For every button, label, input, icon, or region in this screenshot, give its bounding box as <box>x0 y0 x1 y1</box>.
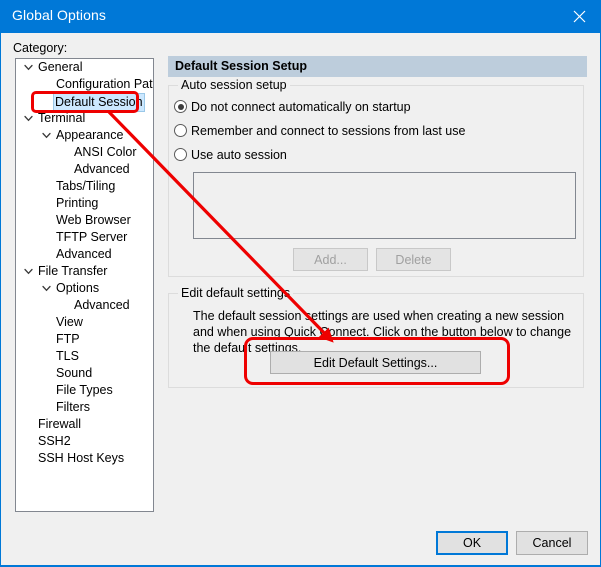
tree-item-label: Sound <box>56 366 93 380</box>
tree-item-label: File Types <box>56 383 113 397</box>
radio-label: Remember and connect to sessions from la… <box>191 123 466 138</box>
tree-item-ftp[interactable]: FTP <box>16 331 153 348</box>
radio-dot-icon <box>174 124 187 137</box>
tree-item-firewall[interactable]: Firewall <box>16 416 153 433</box>
radio-dot-icon <box>174 148 187 161</box>
panel-header: Default Session Setup <box>168 56 587 77</box>
edit-default-settings-button[interactable]: Edit Default Settings... <box>270 351 481 374</box>
tree-item-default-session[interactable]: Default Session <box>16 93 153 112</box>
tree-item-label: Appearance <box>56 128 124 142</box>
tree-item-label: General <box>38 60 83 74</box>
delete-button-label: Delete <box>395 252 432 267</box>
tree-item-advanced[interactable]: Advanced <box>16 161 153 178</box>
window-title: Global Options <box>12 7 107 23</box>
tree-item-configuration-paths[interactable]: Configuration Paths <box>16 76 153 93</box>
chevron-down-icon[interactable] <box>38 280 54 297</box>
auto-session-listbox[interactable] <box>193 172 576 239</box>
tree-item-file-types[interactable]: File Types <box>16 382 153 399</box>
ok-button-label: OK <box>462 536 482 550</box>
add-button[interactable]: Add... <box>293 248 368 271</box>
tree-item-general[interactable]: General <box>16 59 153 76</box>
chevron-down-icon[interactable] <box>38 127 54 144</box>
cancel-button-label: Cancel <box>532 536 572 550</box>
tree-item-file-transfer[interactable]: File Transfer <box>16 263 153 280</box>
close-icon <box>573 10 586 23</box>
chevron-down-icon[interactable] <box>20 110 36 127</box>
tree-item-printing[interactable]: Printing <box>16 195 153 212</box>
chevron-down-icon[interactable] <box>20 263 36 280</box>
tree-item-web-browser[interactable]: Web Browser <box>16 212 153 229</box>
tree-item-label: Options <box>56 281 100 295</box>
tree-item-tabs-tiling[interactable]: Tabs/Tiling <box>16 178 153 195</box>
ok-button[interactable]: OK <box>436 531 508 555</box>
auto-session-group-title: Auto session setup <box>178 78 290 92</box>
tree-item-label: TLS <box>56 349 79 363</box>
tree-item-label: File Transfer <box>38 264 108 278</box>
tree-item-filters[interactable]: Filters <box>16 399 153 416</box>
tree-item-ssh-host-keys[interactable]: SSH Host Keys <box>16 450 153 467</box>
delete-button[interactable]: Delete <box>376 248 451 271</box>
tree-item-advanced[interactable]: Advanced <box>16 246 153 263</box>
title-bar: Global Options <box>1 0 601 33</box>
edit-default-settings-group: Edit default settings The default sessio… <box>168 286 584 388</box>
tree-item-label: Advanced <box>56 247 112 261</box>
edit-default-group-title: Edit default settings <box>178 286 294 300</box>
edit-default-settings-button-label: Edit Default Settings... <box>313 355 438 370</box>
category-label: Category: <box>13 41 68 55</box>
tree-item-label: Configuration Paths <box>56 77 153 91</box>
tree-item-label: Terminal <box>38 111 86 125</box>
edit-default-description: The default session settings are used wh… <box>193 309 572 355</box>
tree-item-appearance[interactable]: Appearance <box>16 127 153 144</box>
radio-use-auto-session[interactable]: Use auto session <box>174 145 287 164</box>
tree-item-tls[interactable]: TLS <box>16 348 153 365</box>
radio-remember-sessions[interactable]: Remember and connect to sessions from la… <box>174 121 465 140</box>
tree-item-label: ANSI Color <box>74 145 137 159</box>
tree-item-label: Firewall <box>38 417 82 431</box>
radio-dot-icon <box>174 100 187 113</box>
category-tree[interactable]: General Configuration Paths Default Sessio… <box>15 58 154 512</box>
tree-item-view[interactable]: View <box>16 314 153 331</box>
tree-item-label: SSH2 <box>38 434 71 448</box>
auto-session-group: Auto session setup Do not connect automa… <box>168 78 584 277</box>
tree-item-ssh2[interactable]: SSH2 <box>16 433 153 450</box>
radio-do-not-connect[interactable]: Do not connect automatically on startup <box>174 97 411 116</box>
tree-item-label: Filters <box>56 400 91 414</box>
chevron-down-icon[interactable] <box>20 59 36 76</box>
add-button-label: Add... <box>314 252 347 267</box>
tree-item-sound[interactable]: Sound <box>16 365 153 382</box>
tree-item-label: Printing <box>56 196 99 210</box>
tree-item-advanced[interactable]: Advanced <box>16 297 153 314</box>
tree-item-label: Web Browser <box>56 213 131 227</box>
cancel-button[interactable]: Cancel <box>516 531 588 555</box>
tree-item-label: SSH Host Keys <box>38 451 125 465</box>
tree-item-label: TFTP Server <box>56 230 128 244</box>
radio-label: Do not connect automatically on startup <box>191 99 411 114</box>
tree-item-tftp-server[interactable]: TFTP Server <box>16 229 153 246</box>
tree-item-label: Tabs/Tiling <box>56 179 116 193</box>
tree-item-label: FTP <box>56 332 80 346</box>
global-options-dialog: Global Options Category: General Configur… <box>0 0 601 567</box>
tree-item-ansi-color[interactable]: ANSI Color <box>16 144 153 161</box>
tree-item-label: Advanced <box>74 298 130 312</box>
tree-item-terminal[interactable]: Terminal <box>16 110 153 127</box>
radio-label: Use auto session <box>191 147 287 162</box>
tree-item-label: Advanced <box>74 162 130 176</box>
tree-item-label: View <box>56 315 83 329</box>
panel-title: Default Session Setup <box>175 59 307 73</box>
close-button[interactable] <box>556 0 601 33</box>
tree-item-options[interactable]: Options <box>16 280 153 297</box>
